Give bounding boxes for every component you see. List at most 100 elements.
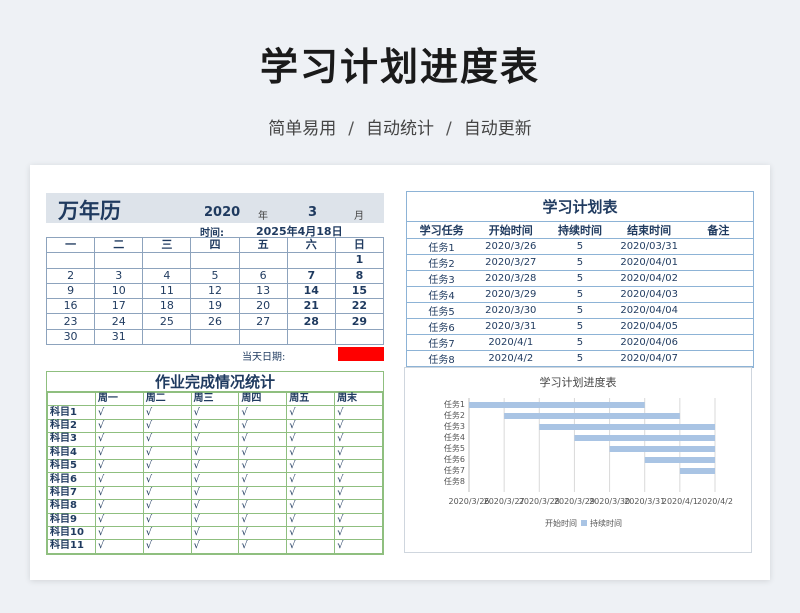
completion-check[interactable]: √: [334, 432, 383, 447]
completion-check[interactable]: √: [238, 472, 288, 487]
completion-check[interactable]: √: [142, 472, 192, 487]
plan-cell[interactable]: 任务1: [407, 238, 477, 255]
plan-cell[interactable]: 5: [545, 334, 615, 351]
completion-check[interactable]: √: [94, 512, 144, 527]
plan-cell[interactable]: 2020/04/02: [614, 270, 684, 287]
completion-check[interactable]: √: [190, 405, 240, 420]
completion-check[interactable]: √: [190, 539, 240, 554]
plan-cell[interactable]: 任务5: [407, 302, 477, 319]
completion-check[interactable]: √: [286, 525, 336, 541]
plan-cell[interactable]: [683, 334, 753, 351]
plan-cell[interactable]: 任务2: [407, 254, 477, 271]
plan-cell[interactable]: 2020/4/2: [476, 350, 546, 367]
completion-check[interactable]: √: [286, 418, 336, 434]
completion-check[interactable]: √: [334, 512, 383, 527]
completion-check[interactable]: √: [238, 458, 288, 474]
completion-check[interactable]: √: [94, 472, 144, 487]
completion-check[interactable]: √: [142, 512, 192, 527]
completion-check[interactable]: √: [94, 405, 144, 420]
plan-cell[interactable]: 任务6: [407, 318, 477, 335]
completion-check[interactable]: √: [334, 539, 383, 554]
plan-cell[interactable]: 2020/04/07: [614, 350, 684, 367]
plan-cell[interactable]: 2020/4/1: [476, 334, 546, 351]
completion-check[interactable]: √: [142, 499, 192, 514]
completion-check[interactable]: √: [142, 432, 192, 447]
plan-cell[interactable]: 2020/03/31: [614, 238, 684, 255]
plan-cell[interactable]: 2020/3/29: [476, 286, 546, 303]
completion-check[interactable]: √: [94, 418, 144, 434]
completion-check[interactable]: √: [286, 499, 336, 514]
completion-check[interactable]: √: [94, 499, 144, 514]
plan-cell[interactable]: 2020/3/31: [476, 318, 546, 335]
completion-check[interactable]: √: [94, 458, 144, 474]
plan-cell[interactable]: 2020/3/30: [476, 302, 546, 319]
plan-cell[interactable]: [683, 238, 753, 255]
completion-check[interactable]: √: [334, 485, 383, 501]
completion-check[interactable]: √: [142, 485, 192, 501]
completion-check[interactable]: √: [94, 485, 144, 501]
completion-check[interactable]: √: [286, 458, 336, 474]
completion-check[interactable]: √: [238, 499, 288, 514]
completion-check[interactable]: √: [334, 445, 383, 460]
completion-check[interactable]: √: [334, 458, 383, 474]
completion-check[interactable]: √: [286, 405, 336, 420]
completion-check[interactable]: √: [94, 539, 144, 554]
completion-check[interactable]: √: [286, 539, 336, 554]
plan-cell[interactable]: 5: [545, 254, 615, 271]
plan-cell[interactable]: [683, 286, 753, 303]
completion-check[interactable]: √: [238, 445, 288, 460]
completion-check[interactable]: √: [190, 432, 240, 447]
completion-check[interactable]: √: [238, 418, 288, 434]
completion-check[interactable]: √: [142, 418, 192, 434]
completion-check[interactable]: √: [142, 405, 192, 420]
plan-cell[interactable]: [683, 270, 753, 287]
plan-cell[interactable]: 2020/3/26: [476, 238, 546, 255]
plan-cell[interactable]: 2020/04/03: [614, 286, 684, 303]
completion-check[interactable]: √: [142, 525, 192, 541]
plan-cell[interactable]: 5: [545, 318, 615, 335]
completion-check[interactable]: √: [142, 445, 192, 460]
completion-check[interactable]: √: [94, 432, 144, 447]
completion-check[interactable]: √: [238, 539, 288, 554]
completion-check[interactable]: √: [94, 445, 144, 460]
calendar-month[interactable]: 3: [308, 205, 317, 220]
completion-check[interactable]: √: [190, 472, 240, 487]
plan-cell[interactable]: 2020/3/27: [476, 254, 546, 271]
completion-check[interactable]: √: [94, 525, 144, 541]
completion-check[interactable]: √: [238, 525, 288, 541]
completion-check[interactable]: √: [238, 512, 288, 527]
plan-cell[interactable]: 2020/04/01: [614, 254, 684, 271]
plan-cell[interactable]: 5: [545, 302, 615, 319]
plan-cell[interactable]: 5: [545, 350, 615, 367]
completion-check[interactable]: √: [190, 499, 240, 514]
plan-cell[interactable]: 5: [545, 286, 615, 303]
completion-check[interactable]: √: [334, 525, 383, 541]
plan-cell[interactable]: 任务3: [407, 270, 477, 287]
completion-check[interactable]: √: [190, 485, 240, 501]
completion-check[interactable]: √: [190, 525, 240, 541]
completion-check[interactable]: √: [190, 458, 240, 474]
calendar-year[interactable]: 2020: [204, 205, 240, 220]
completion-check[interactable]: √: [286, 432, 336, 447]
completion-check[interactable]: √: [286, 485, 336, 501]
plan-cell[interactable]: [683, 350, 753, 367]
completion-check[interactable]: √: [142, 539, 192, 554]
plan-cell[interactable]: 2020/3/28: [476, 270, 546, 287]
completion-check[interactable]: √: [286, 472, 336, 487]
plan-cell[interactable]: 2020/04/04: [614, 302, 684, 319]
completion-check[interactable]: √: [238, 432, 288, 447]
completion-check[interactable]: √: [238, 405, 288, 420]
completion-check[interactable]: √: [238, 485, 288, 501]
plan-cell[interactable]: 5: [545, 238, 615, 255]
completion-check[interactable]: √: [142, 458, 192, 474]
plan-cell[interactable]: 2020/04/06: [614, 334, 684, 351]
plan-cell[interactable]: [683, 254, 753, 271]
completion-check[interactable]: √: [190, 512, 240, 527]
completion-check[interactable]: √: [334, 472, 383, 487]
completion-check[interactable]: √: [286, 445, 336, 460]
plan-cell[interactable]: [683, 318, 753, 335]
plan-cell[interactable]: 2020/04/05: [614, 318, 684, 335]
completion-check[interactable]: √: [190, 445, 240, 460]
completion-check[interactable]: √: [190, 418, 240, 434]
completion-check[interactable]: √: [334, 418, 383, 434]
